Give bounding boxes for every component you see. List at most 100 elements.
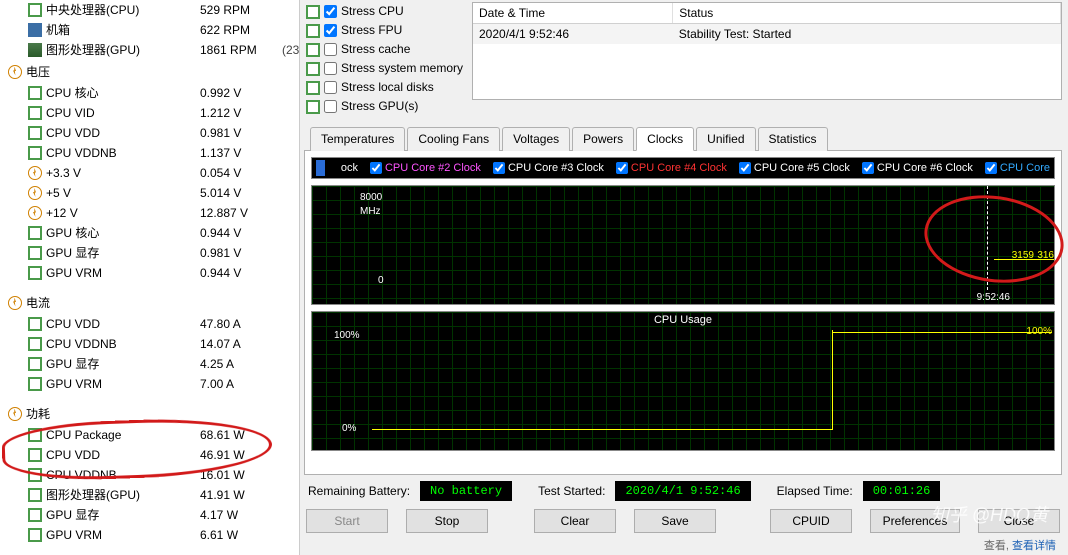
legend-item[interactable]: CPU Core #2 Clock <box>370 162 481 174</box>
log-table[interactable]: Date & Time Status 2020/4/1 9:52:46 Stab… <box>472 2 1062 100</box>
sensor-label: 机箱 <box>46 21 196 39</box>
sensor-value: 0.981 V <box>200 124 278 142</box>
sensor-row[interactable]: +3.3 V0.054 V <box>0 163 299 183</box>
volt-icon <box>28 206 42 220</box>
cpuid-button[interactable]: CPUID <box>770 509 852 533</box>
sensor-row[interactable]: GPU 显存4.25 A <box>0 354 299 374</box>
tab-voltages[interactable]: Voltages <box>502 127 570 151</box>
voltage-group-header[interactable]: 电压 <box>0 60 299 83</box>
chip-icon <box>28 266 42 280</box>
preferences-button[interactable]: Preferences <box>870 509 960 533</box>
tab-unified[interactable]: Unified <box>696 127 755 151</box>
sensor-row[interactable]: +12 V12.887 V <box>0 203 299 223</box>
sensor-label: +12 V <box>46 204 196 222</box>
chip-icon <box>28 528 42 542</box>
sensor-row[interactable]: 机箱622 RPM <box>0 20 299 40</box>
sensor-row[interactable]: +5 V5.014 V <box>0 183 299 203</box>
legend-checkbox[interactable] <box>493 162 505 174</box>
tab-statistics[interactable]: Statistics <box>758 127 828 151</box>
clocks-graph[interactable]: 8000 MHz 0 3159 316 9:52:46 <box>311 185 1055 305</box>
sensor-row[interactable]: CPU VID1.212 V <box>0 103 299 123</box>
stress-option[interactable]: Stress cache <box>304 40 464 59</box>
sensor-value: 1.212 V <box>200 104 278 122</box>
sensor-row[interactable]: GPU 核心0.944 V <box>0 223 299 243</box>
stress-option[interactable]: Stress FPU <box>304 21 464 40</box>
graph-panel: ockCPU Core #2 ClockCPU Core #3 ClockCPU… <box>304 151 1062 475</box>
sensor-value: 1.137 V <box>200 144 278 162</box>
current-group-header[interactable]: 电流 <box>0 291 299 314</box>
chip-icon <box>28 337 42 351</box>
clear-button[interactable]: Clear <box>534 509 616 533</box>
stress-option[interactable]: Stress CPU <box>304 2 464 21</box>
cpu-usage-graph[interactable]: CPU Usage 100% 0% 100% <box>311 311 1055 451</box>
sensor-row[interactable]: CPU VDD0.981 V <box>0 123 299 143</box>
stop-button[interactable]: Stop <box>406 509 488 533</box>
sensor-row[interactable]: CPU VDD47.80 A <box>0 314 299 334</box>
save-button[interactable]: Save <box>634 509 716 533</box>
sensor-row[interactable]: GPU VRM0.944 V <box>0 263 299 283</box>
sensor-label: CPU VDD <box>46 446 196 464</box>
legend-item[interactable]: CPU Core #3 Clock <box>493 162 604 174</box>
power-group-header[interactable]: 功耗 <box>0 402 299 425</box>
stress-option[interactable]: Stress local disks <box>304 78 464 97</box>
chip-icon <box>28 357 42 371</box>
legend-checkbox[interactable] <box>985 162 997 174</box>
footer-link[interactable]: 查看详情 <box>1012 540 1056 552</box>
sensor-label: CPU 核心 <box>46 84 196 102</box>
sensor-row[interactable]: 图形处理器(GPU)41.91 W <box>0 485 299 505</box>
sensor-value: 12.887 V <box>200 204 278 222</box>
legend-item[interactable]: CPU Core <box>985 162 1050 174</box>
tab-powers[interactable]: Powers <box>572 127 634 151</box>
tab-cooling-fans[interactable]: Cooling Fans <box>407 127 500 151</box>
stress-checkbox[interactable] <box>324 43 337 56</box>
start-button[interactable]: Start <box>306 509 388 533</box>
stress-checkbox[interactable] <box>324 24 337 37</box>
legend-checkbox[interactable] <box>862 162 874 174</box>
sensor-label: 图形处理器(GPU) <box>46 41 196 59</box>
sensor-row[interactable]: GPU VRM7.00 A <box>0 374 299 394</box>
chip-icon <box>28 3 42 17</box>
close-button[interactable]: Close <box>978 509 1060 533</box>
legend-checkbox[interactable] <box>370 162 382 174</box>
legend-item[interactable]: CPU Core #5 Clock <box>739 162 850 174</box>
stress-option[interactable]: Stress GPU(s) <box>304 97 464 116</box>
sensor-row[interactable]: CPU VDDNB1.137 V <box>0 143 299 163</box>
stress-checkbox[interactable] <box>324 81 337 94</box>
sensor-label: CPU VDDNB <box>46 466 196 484</box>
y-min-label: 0 <box>378 275 384 286</box>
tab-clocks[interactable]: Clocks <box>636 127 694 151</box>
clocks-legend[interactable]: ockCPU Core #2 ClockCPU Core #3 ClockCPU… <box>311 157 1055 179</box>
sensor-row[interactable]: GPU 显存0.981 V <box>0 243 299 263</box>
stress-checkbox[interactable] <box>324 100 337 113</box>
sensor-row[interactable]: CPU VDDNB14.07 A <box>0 334 299 354</box>
sensor-row[interactable]: GPU 显存4.17 W <box>0 505 299 525</box>
legend-item[interactable]: CPU Core #4 Clock <box>616 162 727 174</box>
sensor-row[interactable]: CPU Package68.61 W <box>0 425 299 445</box>
sensor-row[interactable]: CPU VDDNB16.01 W <box>0 465 299 485</box>
legend-checkbox[interactable] <box>739 162 751 174</box>
sensor-row[interactable]: 图形处理器(GPU)1861 RPM(23% <box>0 40 299 60</box>
legend-label: CPU Core #4 Clock <box>631 162 727 174</box>
group-title: 电压 <box>26 63 50 80</box>
sensor-row[interactable]: GPU VRM6.61 W <box>0 525 299 545</box>
chip-icon <box>28 377 42 391</box>
sensor-label: GPU 核心 <box>46 224 196 242</box>
legend-drag-handle[interactable] <box>316 160 325 176</box>
sensor-row[interactable]: CPU VDD46.91 W <box>0 445 299 465</box>
stress-label: Stress CPU <box>341 3 404 20</box>
sensor-row[interactable]: 中央处理器(CPU)529 RPM <box>0 0 299 20</box>
sensor-row[interactable]: CPU 核心0.992 V <box>0 83 299 103</box>
stress-label: Stress system memory <box>341 60 463 77</box>
sensor-value: 7.00 A <box>200 375 278 393</box>
legend-item[interactable]: CPU Core #6 Clock <box>862 162 973 174</box>
sensor-label: +5 V <box>46 184 196 202</box>
stress-checkbox[interactable] <box>324 62 337 75</box>
tab-temperatures[interactable]: Temperatures <box>310 127 405 151</box>
chip-icon <box>28 488 42 502</box>
case-icon <box>28 23 42 37</box>
stress-checkbox[interactable] <box>324 5 337 18</box>
sensor-label: GPU 显存 <box>46 506 196 524</box>
sensor-value: 0.944 V <box>200 224 278 242</box>
stress-option[interactable]: Stress system memory <box>304 59 464 78</box>
legend-checkbox[interactable] <box>616 162 628 174</box>
